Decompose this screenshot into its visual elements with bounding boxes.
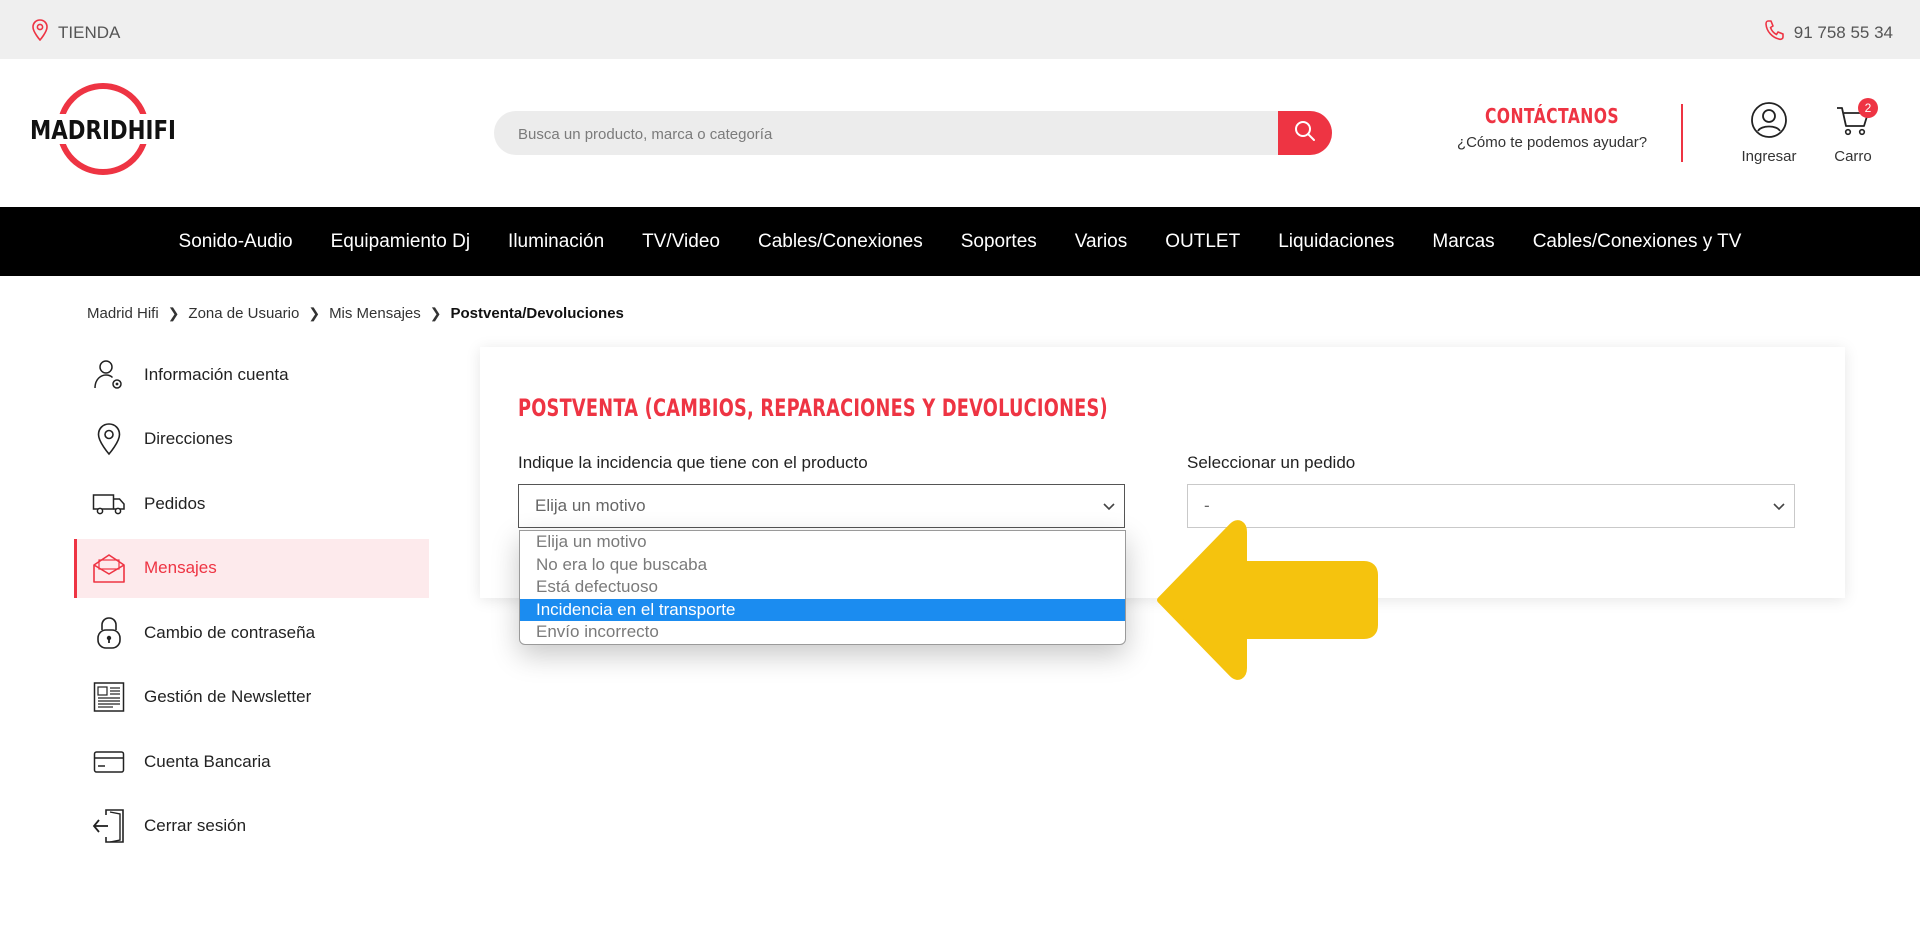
login-button[interactable]: Ingresar bbox=[1734, 101, 1804, 165]
user-gear-icon bbox=[92, 358, 126, 392]
dropdown-option[interactable]: Elija un motivo bbox=[520, 531, 1125, 554]
nav-item-cables-conexiones-tv[interactable]: Cables/Conexiones y TV bbox=[1514, 231, 1761, 253]
newspaper-icon bbox=[92, 680, 126, 714]
top-bar: TIENDA 91 758 55 34 bbox=[0, 0, 1920, 59]
cart-label: Carro bbox=[1834, 148, 1872, 165]
sidebar-item-label: Información cuenta bbox=[144, 364, 289, 384]
nav-item-varios[interactable]: Varios bbox=[1056, 231, 1146, 253]
account-sidebar: Información cuenta Direcciones Pedidos M… bbox=[74, 345, 429, 861]
sidebar-item-label: Pedidos bbox=[144, 493, 206, 513]
chevron-right-icon: ❯ bbox=[429, 305, 442, 321]
reason-select-value: Elija un motivo bbox=[535, 496, 646, 515]
arrow-left-icon bbox=[1150, 512, 1380, 688]
chevron-right-icon: ❯ bbox=[167, 305, 180, 321]
sidebar-item-label: Cambio de contraseña bbox=[144, 622, 316, 642]
madridhifi-logo[interactable]: MADRIDHIFI bbox=[28, 79, 178, 179]
search-button[interactable] bbox=[1278, 111, 1332, 155]
search-bar bbox=[494, 111, 1332, 157]
sidebar-item-messages[interactable]: Mensajes bbox=[74, 538, 429, 598]
breadcrumb: Madrid Hifi ❯ Zona de Usuario ❯ Mis Mens… bbox=[87, 305, 624, 322]
sidebar-item-label: Cerrar sesión bbox=[144, 816, 247, 835]
dropdown-option[interactable]: No era lo que buscaba bbox=[520, 554, 1125, 577]
contact-subtitle: ¿Cómo te podemos ayudar? bbox=[1456, 134, 1648, 151]
sidebar-item-logout[interactable]: Cerrar sesión bbox=[74, 797, 429, 856]
envelope-open-icon bbox=[92, 551, 126, 585]
nav-item-tv-video[interactable]: TV/Video bbox=[623, 231, 739, 253]
chevron-down-icon bbox=[1772, 485, 1786, 527]
breadcrumb-link-home[interactable]: Madrid Hifi bbox=[87, 305, 159, 322]
nav-item-marcas[interactable]: Marcas bbox=[1413, 231, 1513, 253]
dropdown-option-highlighted[interactable]: Incidencia en el transporte bbox=[520, 598, 1125, 622]
sidebar-item-newsletter[interactable]: Gestión de Newsletter bbox=[74, 668, 429, 727]
sidebar-item-orders[interactable]: Pedidos bbox=[74, 474, 429, 533]
order-label: Seleccionar un pedido bbox=[1187, 453, 1356, 472]
login-label: Ingresar bbox=[1741, 148, 1797, 165]
nav-item-outlet[interactable]: OUTLET bbox=[1146, 231, 1259, 253]
cart-button[interactable]: 2 Carro bbox=[1822, 98, 1884, 165]
nav-item-soportes[interactable]: Soportes bbox=[942, 231, 1056, 253]
sidebar-item-label: Direcciones bbox=[144, 429, 233, 448]
search-input[interactable] bbox=[516, 111, 1280, 157]
breadcrumb-link-user-zone[interactable]: Zona de Usuario bbox=[188, 305, 299, 322]
sidebar-item-addresses[interactable]: Direcciones bbox=[74, 410, 429, 469]
nav-item-iluminacion[interactable]: Iluminación bbox=[489, 231, 623, 253]
cart-icon bbox=[1834, 107, 1872, 143]
sidebar-item-label: Gestión de Newsletter bbox=[144, 687, 312, 706]
padlock-icon bbox=[92, 616, 126, 650]
site-header: MADRIDHIFI CONTÁCTANOS ¿Cómo te podemos … bbox=[0, 59, 1920, 207]
contact-title: CONTÁCTANOS bbox=[1484, 104, 1620, 128]
page-title: POSTVENTA (CAMBIOS, REPARACIONES Y DEVOL… bbox=[518, 394, 1108, 422]
reason-label: Indique la incidencia que tiene con el p… bbox=[518, 453, 868, 472]
phone-link[interactable]: 91 758 55 34 bbox=[1764, 19, 1893, 46]
user-icon bbox=[1750, 102, 1788, 143]
sidebar-item-label: Mensajes bbox=[144, 558, 217, 577]
store-label: TIENDA bbox=[58, 22, 121, 42]
dropdown-option[interactable]: Está defectuoso bbox=[520, 576, 1125, 599]
phone-number: 91 758 55 34 bbox=[1793, 22, 1893, 42]
reason-select[interactable]: Elija un motivo bbox=[518, 484, 1125, 528]
nav-item-sonido-audio[interactable]: Sonido-Audio bbox=[160, 231, 312, 253]
sidebar-item-bank-account[interactable]: Cuenta Bancaria bbox=[74, 732, 429, 791]
search-icon bbox=[1294, 120, 1316, 147]
chevron-right-icon: ❯ bbox=[308, 305, 321, 321]
truck-icon bbox=[92, 487, 126, 521]
breadcrumb-current: Postventa/Devoluciones bbox=[450, 305, 624, 322]
header-divider bbox=[1681, 104, 1683, 162]
contact-link[interactable]: CONTÁCTANOS ¿Cómo te podemos ayudar? bbox=[1452, 104, 1652, 151]
cart-count-badge: 2 bbox=[1858, 98, 1878, 118]
sidebar-item-change-password[interactable]: Cambio de contraseña bbox=[74, 603, 429, 662]
nav-item-cables-conexiones[interactable]: Cables/Conexiones bbox=[739, 231, 942, 253]
sidebar-item-label: Cuenta Bancaria bbox=[144, 751, 271, 771]
main-nav: Sonido-Audio Equipamiento Dj Iluminación… bbox=[0, 207, 1920, 276]
location-pin-icon bbox=[92, 422, 126, 456]
reason-dropdown-list: Elija un motivo No era lo que buscaba Es… bbox=[519, 530, 1126, 645]
location-pin-icon bbox=[32, 19, 48, 46]
nav-item-equipamiento-dj[interactable]: Equipamiento Dj bbox=[312, 231, 489, 253]
dropdown-option[interactable]: Envío incorrecto bbox=[520, 621, 1125, 644]
logout-door-icon bbox=[92, 809, 126, 843]
sidebar-item-account-info[interactable]: Información cuenta bbox=[74, 345, 429, 404]
phone-icon bbox=[1764, 19, 1784, 46]
credit-card-icon bbox=[92, 745, 126, 779]
svg-text:MADRIDHIFI: MADRIDHIFI bbox=[30, 116, 176, 146]
nav-item-liquidaciones[interactable]: Liquidaciones bbox=[1259, 231, 1413, 253]
chevron-down-icon bbox=[1102, 485, 1116, 527]
breadcrumb-link-messages[interactable]: Mis Mensajes bbox=[329, 305, 421, 322]
store-link[interactable]: TIENDA bbox=[32, 19, 120, 46]
